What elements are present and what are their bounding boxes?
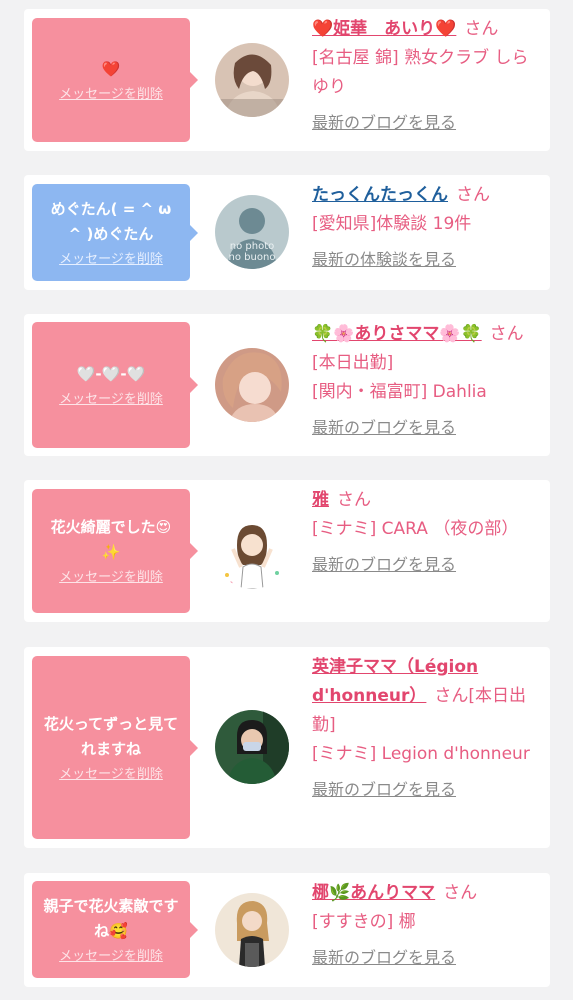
message-card: ❤️ メッセージを削除 ❤️姫華 あいり❤️ さん [名古屋 錦] 熟女クラブ し…: [24, 9, 550, 151]
sender-info: 雅さん [ミナミ] CARA （夜の部） 最新のブログを見る: [312, 486, 538, 579]
message-card: 🤍-🤍-🤍 メッセージを削除 🍀🌸ありさママ🌸🍀 さん [本日出勤] [関内・福富町…: [24, 314, 550, 456]
sender-name[interactable]: 雅: [312, 490, 329, 510]
honorific: さん: [464, 19, 499, 39]
sender-name[interactable]: たっくんたっくん: [312, 185, 448, 205]
message-bubble: ❤️ メッセージを削除: [32, 18, 198, 142]
latest-blog-link[interactable]: 最新のブログを見る: [312, 413, 538, 442]
honorific: さん: [434, 686, 469, 706]
no-photo-icon: no photo no buono: [215, 195, 289, 269]
delete-message-link[interactable]: メッセージを削除: [59, 766, 163, 784]
message-card: 親子で花火素敵ですね🥰 メッセージを削除 梛🌿あんりママ さん [すすきの] 梛 …: [24, 873, 550, 987]
profile-photo-icon: [215, 43, 289, 117]
message-text: 花火ってずっと見てれますね: [43, 714, 179, 758]
honorific: さん: [456, 185, 490, 205]
delete-message-link[interactable]: メッセージを削除: [59, 86, 163, 104]
latest-blog-link[interactable]: 最新のブログを見る: [312, 943, 538, 972]
delete-message-link[interactable]: メッセージを削除: [59, 569, 163, 587]
honorific: さん: [443, 883, 478, 903]
message-text: ❤️: [101, 59, 121, 78]
message-bubble: 🤍-🤍-🤍 メッセージを削除: [32, 322, 198, 448]
latest-blog-link[interactable]: 最新のブログを見る: [312, 108, 538, 137]
avatar[interactable]: [215, 43, 289, 117]
honorific: さん: [337, 490, 371, 510]
message-text: 花火綺麗でした😍✨: [50, 518, 172, 561]
sender-location: [名古屋 錦] 熟女クラブ しらゆり: [312, 48, 529, 97]
avatar[interactable]: [215, 710, 289, 784]
latest-blog-link[interactable]: 最新のブログを見る: [312, 550, 538, 579]
avatar[interactable]: [215, 515, 289, 589]
message-bubble: 花火ってずっと見てれますね メッセージを削除: [32, 656, 198, 839]
message-list: ❤️ メッセージを削除 ❤️姫華 あいり❤️ さん [名古屋 錦] 熟女クラブ し…: [0, 0, 573, 1000]
sender-info: 🍀🌸ありさママ🌸🍀 さん [本日出勤] [関内・福富町] Dahlia 最新のブログ…: [312, 320, 538, 442]
honorific: さん: [489, 324, 524, 344]
sender-location: [ミナミ] CARA （夜の部）: [312, 519, 519, 539]
sender-location: [すすきの] 梛: [312, 912, 416, 932]
sender-info: 梛🌿あんりママ さん [すすきの] 梛 最新のブログを見る: [312, 879, 538, 972]
latest-review-link[interactable]: 最新の体験談を見る: [312, 245, 538, 274]
no-photo-text: no photo: [230, 241, 274, 252]
illustration-avatar-icon: [215, 515, 289, 589]
avatar[interactable]: [215, 348, 289, 422]
message-text: 🤍-🤍-🤍: [76, 364, 146, 383]
message-card: 花火綺麗でした😍✨ メッセージを削除 雅さん [ミナミ] CARA （夜の部） …: [24, 480, 550, 622]
sender-name[interactable]: 梛🌿あんりママ: [312, 883, 435, 903]
delete-message-link[interactable]: メッセージを削除: [59, 391, 163, 409]
profile-photo-icon: [215, 893, 289, 967]
message-card: 花火ってずっと見てれますね メッセージを削除 英津子ママ（Légion d'ho…: [24, 647, 550, 848]
delete-message-link[interactable]: メッセージを削除: [59, 948, 163, 966]
avatar[interactable]: no photo no buono: [215, 195, 289, 269]
profile-photo-icon: [215, 710, 289, 784]
review-count: [愛知県]体験談 19件: [312, 214, 472, 234]
delete-message-link[interactable]: メッセージを削除: [59, 251, 163, 269]
profile-photo-icon: [215, 348, 289, 422]
attendance-status: [本日出勤]: [312, 353, 394, 373]
sender-info: たっくんたっくん さん [愛知県]体験談 19件 最新の体験談を見る: [312, 181, 538, 274]
no-photo-subtext: no buono: [229, 252, 276, 263]
sender-name[interactable]: 🍀🌸ありさママ🌸🍀: [312, 324, 482, 344]
sender-info: 英津子ママ（Légion d'honneur） さん[本日出勤] [ミナミ] Le…: [312, 653, 538, 804]
message-text: めぐたん( = ^ ω ^ )めぐたん: [50, 199, 172, 243]
message-bubble: 花火綺麗でした😍✨ メッセージを削除: [32, 489, 198, 613]
message-card: めぐたん( = ^ ω ^ )めぐたん メッセージを削除 no photo no…: [24, 175, 550, 290]
sender-location: [関内・福富町] Dahlia: [312, 382, 487, 402]
latest-blog-link[interactable]: 最新のブログを見る: [312, 775, 538, 804]
sender-name[interactable]: ❤️姫華 あいり❤️: [312, 19, 456, 39]
avatar[interactable]: [215, 893, 289, 967]
message-bubble: 親子で花火素敵ですね🥰 メッセージを削除: [32, 881, 198, 978]
sender-info: ❤️姫華 あいり❤️ さん [名古屋 錦] 熟女クラブ しらゆり 最新のブログを見…: [312, 15, 538, 137]
sender-location: [ミナミ] Legion d'honneur: [312, 744, 530, 764]
message-bubble: めぐたん( = ^ ω ^ )めぐたん メッセージを削除: [32, 184, 198, 281]
message-text: 親子で花火素敵ですね🥰: [43, 896, 179, 940]
